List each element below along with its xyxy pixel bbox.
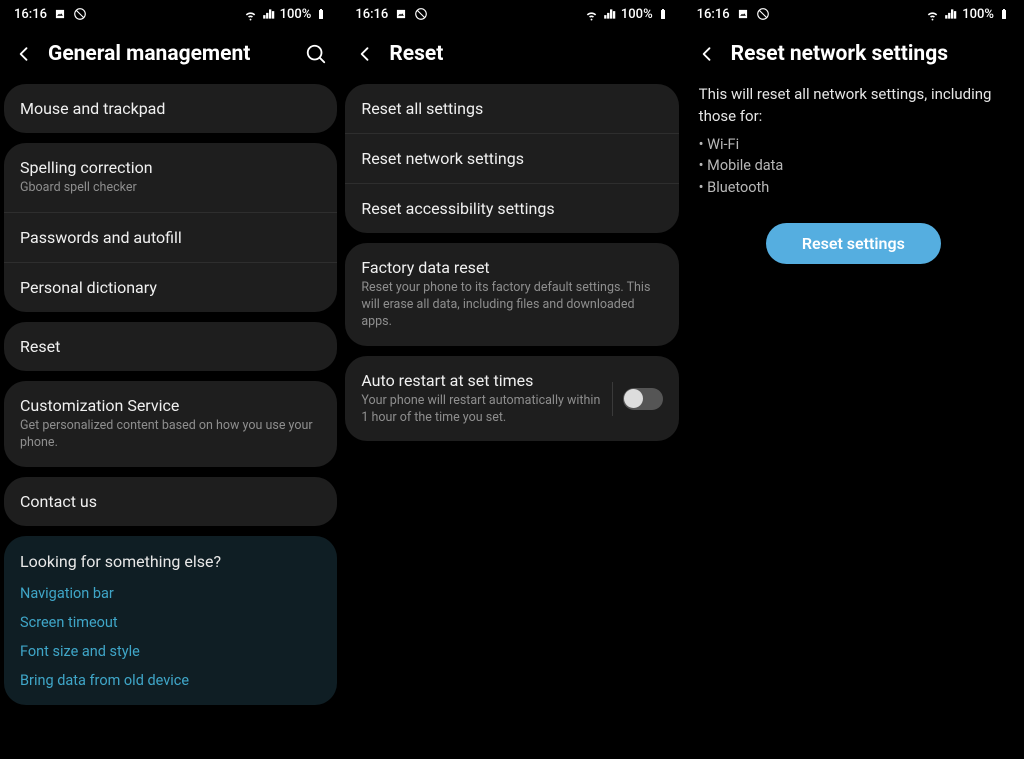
link-navigation-bar[interactable]: Navigation bar (20, 585, 321, 602)
picture-icon (736, 7, 750, 21)
battery-icon (315, 7, 327, 21)
back-button[interactable] (14, 44, 34, 64)
status-time: 16:16 (355, 7, 388, 22)
bullet-bluetooth: Bluetooth (699, 177, 1008, 199)
reset-network-settings-row[interactable]: Reset network settings (345, 134, 678, 184)
link-screen-timeout[interactable]: Screen timeout (20, 614, 321, 631)
row-sublabel: Gboard spell checker (20, 180, 321, 197)
row-label: Customization Service (20, 396, 321, 415)
page-title: Reset (389, 42, 668, 66)
looking-title: Looking for something else? (20, 552, 321, 571)
row-label: Reset accessibility settings (361, 199, 662, 218)
contact-us-row[interactable]: Contact us (4, 477, 337, 526)
signal-icon (262, 7, 276, 21)
factory-data-reset-row[interactable]: Factory data reset Reset your phone to i… (345, 243, 678, 346)
personal-dictionary-row[interactable]: Personal dictionary (4, 263, 337, 312)
toggle-knob (624, 389, 643, 408)
row-label: Factory data reset (361, 258, 662, 277)
description-text: This will reset all network settings, in… (683, 84, 1024, 128)
battery-icon (657, 7, 669, 21)
wifi-icon (584, 7, 599, 22)
row-sublabel: Your phone will restart automatically wi… (361, 393, 601, 427)
row-label: Personal dictionary (20, 278, 321, 297)
link-bring-data[interactable]: Bring data from old device (20, 672, 321, 689)
row-label: Reset network settings (361, 149, 662, 168)
page-title: General management (48, 42, 291, 66)
status-battery-percent: 100% (962, 7, 994, 22)
status-battery-percent: 100% (280, 7, 312, 22)
page-title: Reset network settings (731, 42, 1010, 66)
bullet-mobile-data: Mobile data (699, 155, 1008, 177)
row-label: Auto restart at set times (361, 371, 601, 390)
signal-icon (603, 7, 617, 21)
mouse-trackpad-row[interactable]: Mouse and trackpad (4, 84, 337, 133)
status-time: 16:16 (697, 7, 730, 22)
back-button[interactable] (697, 44, 717, 64)
battery-icon (998, 7, 1010, 21)
do-not-disturb-icon (756, 7, 770, 21)
row-label: Spelling correction (20, 158, 321, 177)
reset-settings-button[interactable]: Reset settings (766, 223, 941, 264)
picture-icon (53, 7, 67, 21)
status-bar: 16:16 100% (683, 0, 1024, 28)
picture-icon (394, 7, 408, 21)
passwords-autofill-row[interactable]: Passwords and autofill (4, 213, 337, 263)
row-sublabel: Reset your phone to its factory default … (361, 280, 662, 331)
reset-accessibility-settings-row[interactable]: Reset accessibility settings (345, 184, 678, 233)
row-label: Mouse and trackpad (20, 99, 321, 118)
wifi-icon (925, 7, 940, 22)
auto-restart-toggle[interactable] (623, 388, 663, 410)
signal-icon (944, 7, 958, 21)
status-bar: 16:16 100% (0, 0, 341, 28)
auto-restart-row[interactable]: Auto restart at set times Your phone wil… (345, 356, 678, 442)
status-time: 16:16 (14, 7, 47, 22)
status-bar: 16:16 100% (341, 0, 682, 28)
row-label: Reset all settings (361, 99, 662, 118)
do-not-disturb-icon (73, 7, 87, 21)
reset-row[interactable]: Reset (4, 322, 337, 371)
reset-all-settings-row[interactable]: Reset all settings (345, 84, 678, 134)
row-sublabel: Get personalized content based on how yo… (20, 418, 321, 452)
wifi-icon (243, 7, 258, 22)
looking-card: Looking for something else? Navigation b… (4, 536, 337, 705)
divider (612, 382, 613, 416)
back-button[interactable] (355, 44, 375, 64)
spelling-correction-row[interactable]: Spelling correction Gboard spell checker (4, 143, 337, 213)
row-label: Passwords and autofill (20, 228, 321, 247)
row-label: Contact us (20, 492, 321, 511)
status-battery-percent: 100% (621, 7, 653, 22)
customization-service-row[interactable]: Customization Service Get personalized c… (4, 381, 337, 467)
link-font-size-style[interactable]: Font size and style (20, 643, 321, 660)
bullet-wifi: Wi-Fi (699, 134, 1008, 156)
do-not-disturb-icon (414, 7, 428, 21)
row-label: Reset (20, 337, 321, 356)
search-button[interactable] (305, 43, 327, 65)
